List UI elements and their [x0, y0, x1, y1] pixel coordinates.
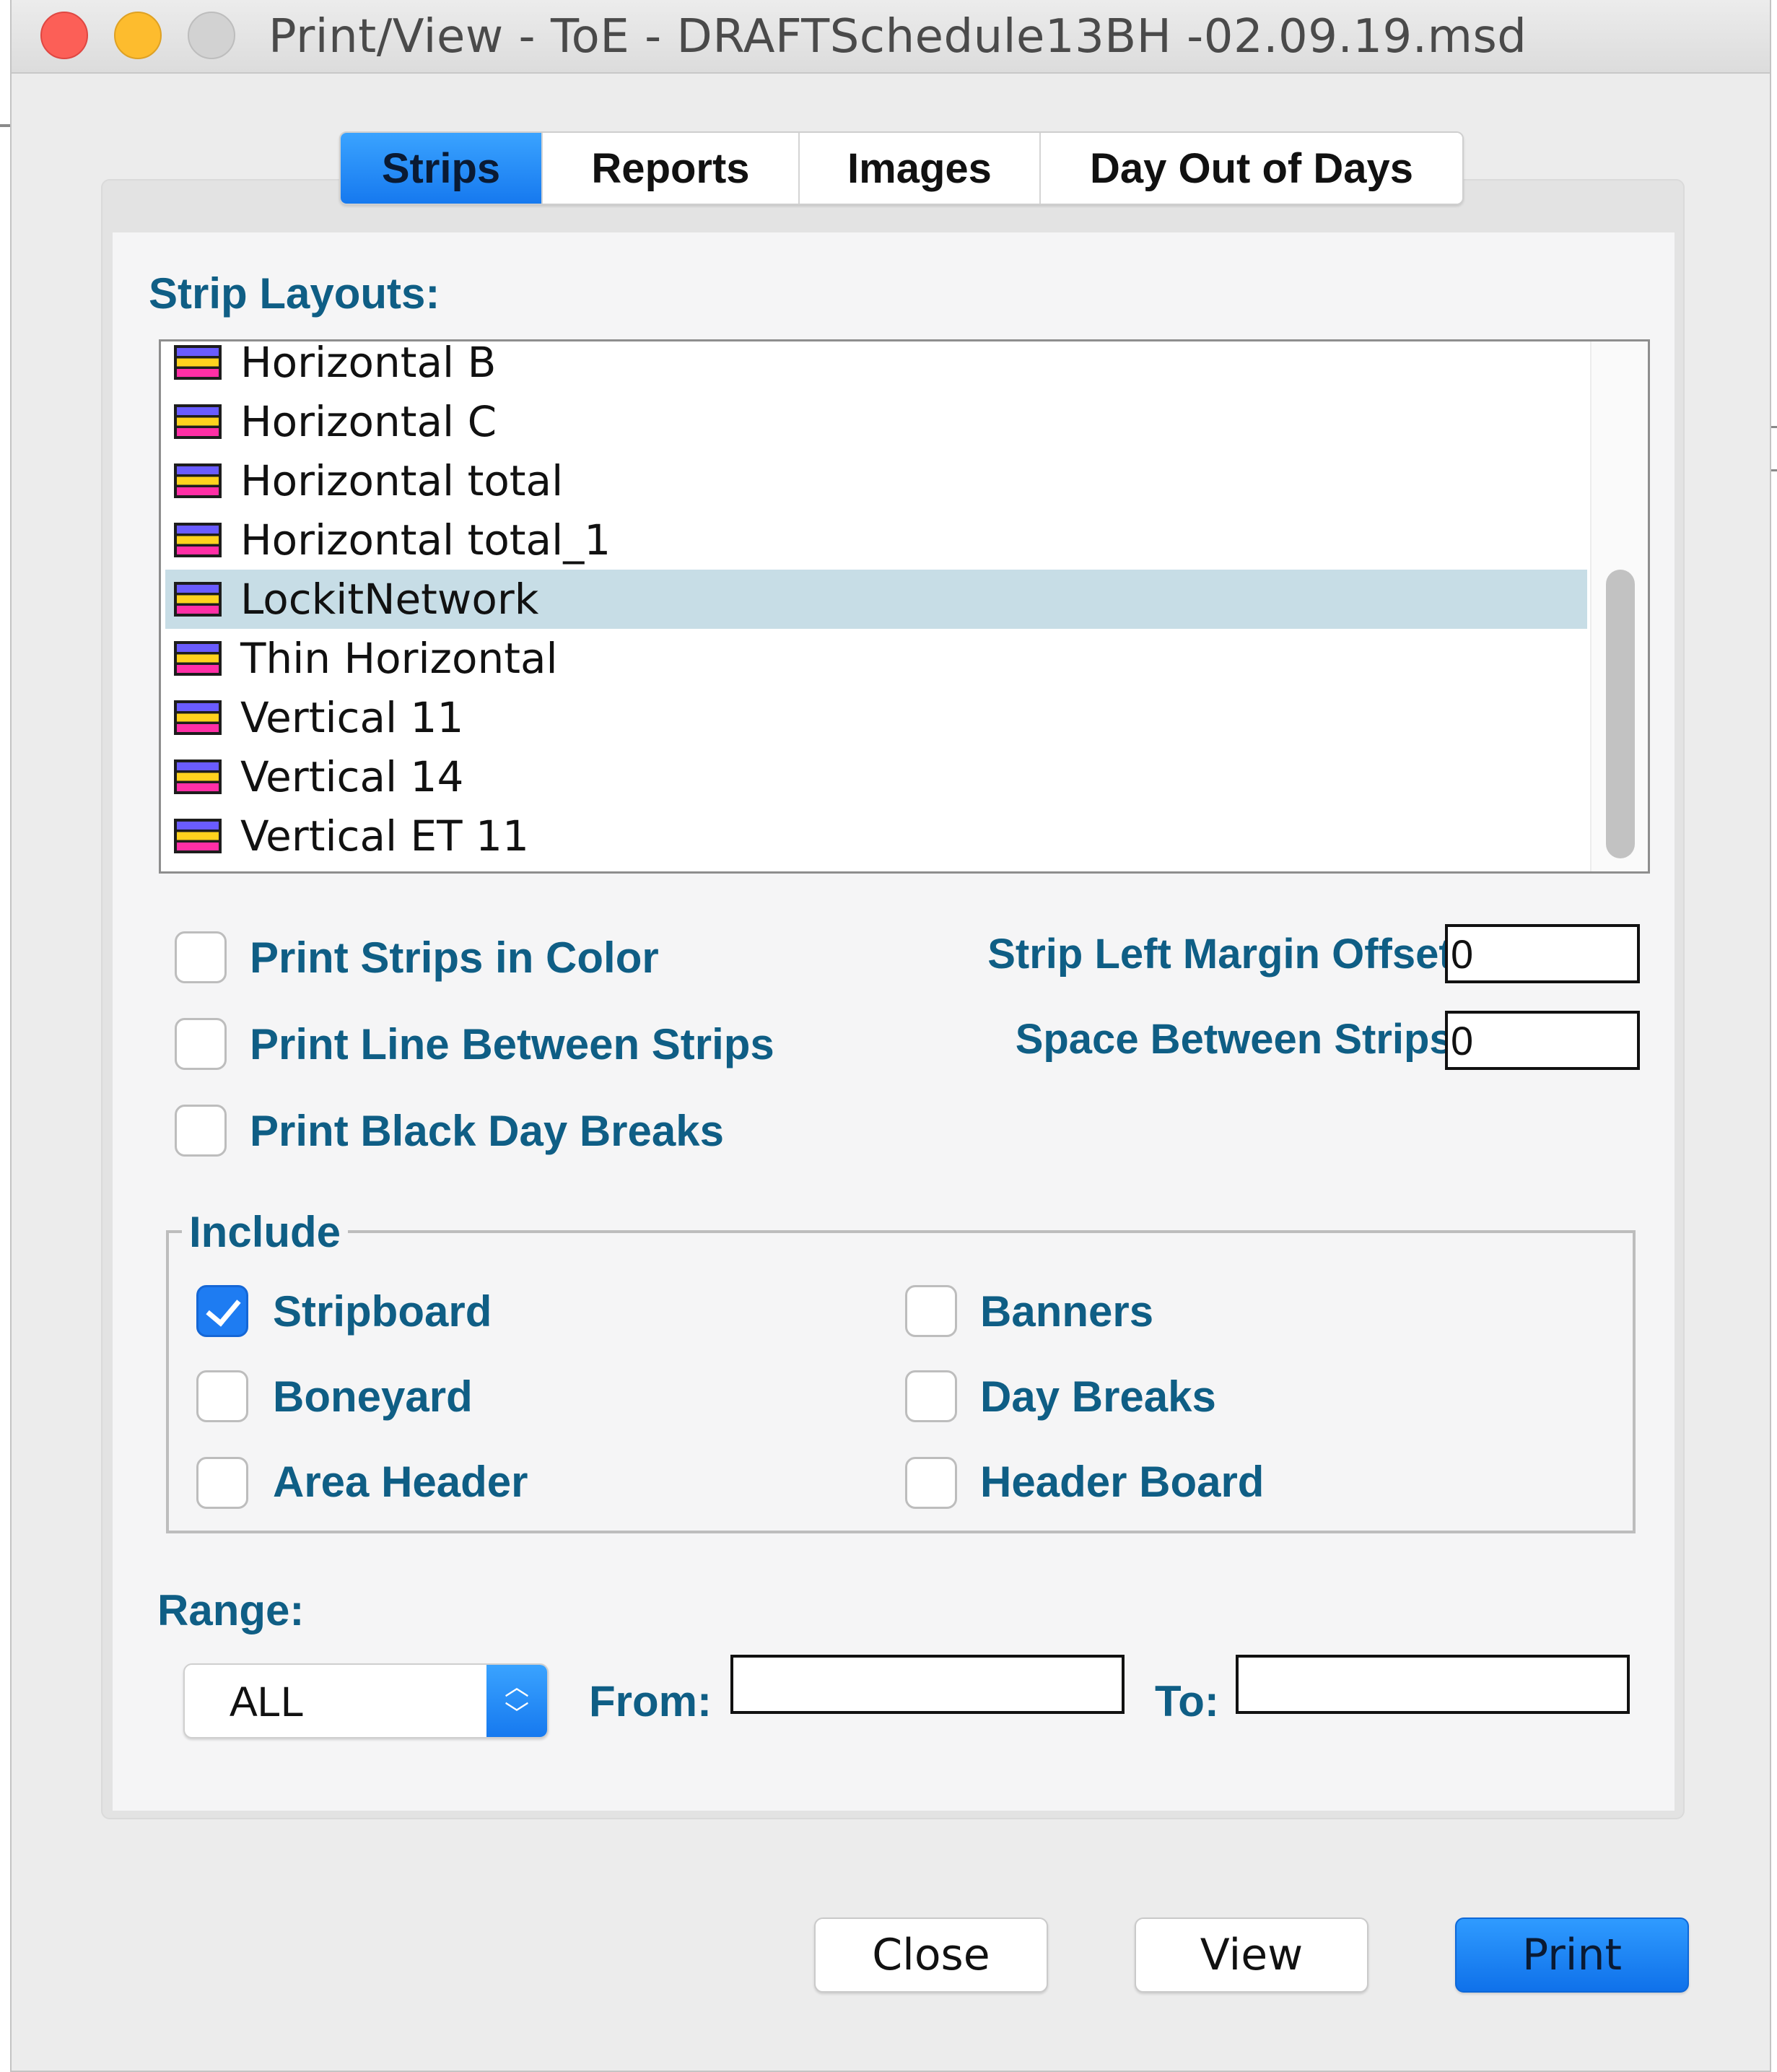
- print-strips-color-checkbox[interactable]: [175, 931, 227, 983]
- print-line-between-strips-checkbox[interactable]: [175, 1018, 227, 1070]
- print-button[interactable]: Print: [1455, 1918, 1689, 1993]
- list-item[interactable]: Horizontal total_1: [165, 510, 1587, 570]
- list-item[interactable]: Vertical ET 11: [165, 806, 1587, 866]
- day-breaks-label: Day Breaks: [980, 1372, 1216, 1421]
- list-item-label: Horizontal B: [240, 339, 497, 387]
- strip-layout-icon: [174, 759, 222, 794]
- list-item-label: Thin Horizontal: [240, 634, 558, 683]
- stripboard-label: Stripboard: [273, 1287, 492, 1336]
- header-board-checkbox[interactable]: [905, 1457, 957, 1509]
- scrollbar-thumb[interactable]: [1606, 570, 1635, 858]
- day-breaks-checkbox[interactable]: [905, 1370, 957, 1422]
- strip-left-margin-offset-input[interactable]: 0: [1445, 924, 1640, 983]
- range-select-value: ALL: [230, 1679, 305, 1725]
- from-input[interactable]: [730, 1655, 1125, 1714]
- tab-images[interactable]: Images: [800, 133, 1041, 204]
- list-item-label: Horizontal total: [240, 456, 564, 505]
- area-header-label: Area Header: [273, 1458, 528, 1506]
- list-item[interactable]: Horizontal total: [165, 451, 1587, 510]
- from-label: From:: [589, 1677, 712, 1725]
- background-edge: [0, 124, 10, 127]
- space-between-strips-input[interactable]: 0: [1445, 1011, 1640, 1070]
- to-label: To:: [1155, 1677, 1219, 1725]
- strip-layout-icon: [174, 700, 222, 735]
- strip-layout-icon: [174, 463, 222, 498]
- close-window-button[interactable]: [40, 12, 88, 59]
- zoom-window-button[interactable]: [188, 12, 235, 59]
- list-scrollbar[interactable]: [1590, 341, 1648, 871]
- area-header-checkbox[interactable]: [196, 1457, 248, 1509]
- range-label: Range:: [157, 1586, 305, 1634]
- chevron-up-down-icon: ︿ ﹀: [486, 1665, 547, 1737]
- title-bar: Print/View - ToE - DRAFTSchedule13BH -02…: [12, 0, 1770, 74]
- print-black-day-breaks-checkbox[interactable]: [175, 1105, 227, 1157]
- banners-checkbox[interactable]: [905, 1285, 957, 1337]
- strip-layout-icon: [174, 641, 222, 676]
- tab-reports[interactable]: Reports: [543, 133, 800, 204]
- strip-layout-icon: [174, 523, 222, 557]
- strip-left-margin-offset-label: Strip Left Margin Offset:: [987, 931, 1467, 978]
- strip-layout-icon: [174, 582, 222, 617]
- print-view-dialog: Print/View - ToE - DRAFTSchedule13BH -02…: [10, 0, 1771, 2072]
- print-strips-color-label: Print Strips in Color: [250, 933, 659, 982]
- range-select[interactable]: ALL ︿ ﹀: [183, 1663, 549, 1738]
- tab-day-out-of-days[interactable]: Day Out of Days: [1041, 133, 1462, 204]
- space-between-strips-label: Space Between Strips:: [1015, 1016, 1467, 1063]
- list-item-label: Vertical 14: [240, 752, 464, 801]
- list-item-label: Horizontal total_1: [240, 515, 611, 565]
- stripboard-checkbox[interactable]: [196, 1285, 248, 1337]
- window-title: Print/View - ToE - DRAFTSchedule13BH -02…: [268, 10, 1527, 64]
- strip-layout-icon: [174, 404, 222, 439]
- tab-strips[interactable]: Strips: [341, 133, 543, 204]
- list-item[interactable]: Thin Horizontal: [165, 629, 1587, 688]
- minimize-window-button[interactable]: [114, 12, 162, 59]
- view-button[interactable]: View: [1135, 1918, 1368, 1993]
- banners-label: Banners: [980, 1287, 1154, 1336]
- print-line-between-strips-label: Print Line Between Strips: [250, 1020, 774, 1068]
- list-item[interactable]: Horizontal B: [165, 339, 1587, 392]
- print-black-day-breaks-label: Print Black Day Breaks: [250, 1107, 725, 1155]
- strip-layout-icon: [174, 819, 222, 853]
- header-board-label: Header Board: [980, 1458, 1265, 1506]
- background-edge: [1771, 426, 1777, 428]
- close-button[interactable]: Close: [814, 1918, 1048, 1993]
- strip-layouts-label: Strip Layouts:: [149, 269, 440, 318]
- list-item-label: Horizontal C: [240, 397, 497, 446]
- boneyard-label: Boneyard: [273, 1372, 473, 1421]
- background-edge: [1771, 469, 1777, 471]
- list-item[interactable]: Horizontal C: [165, 392, 1587, 451]
- list-item-label: Vertical 11: [240, 693, 464, 742]
- tab-bar: Strips Reports Images Day Out of Days: [339, 131, 1464, 205]
- list-item[interactable]: Vertical 11: [165, 688, 1587, 747]
- list-item-label: Vertical ET 11: [240, 811, 529, 861]
- list-item-label: LockitNetwork: [240, 575, 539, 624]
- strip-layout-icon: [174, 345, 222, 380]
- boneyard-checkbox[interactable]: [196, 1370, 248, 1422]
- include-group-title: Include: [182, 1207, 349, 1257]
- list-item[interactable]: Vertical 14: [165, 747, 1587, 806]
- to-input[interactable]: [1236, 1655, 1630, 1714]
- strip-layouts-list[interactable]: Horizontal B Horizontal C Horizontal tot…: [159, 339, 1650, 874]
- list-item-selected[interactable]: LockitNetwork: [165, 570, 1587, 629]
